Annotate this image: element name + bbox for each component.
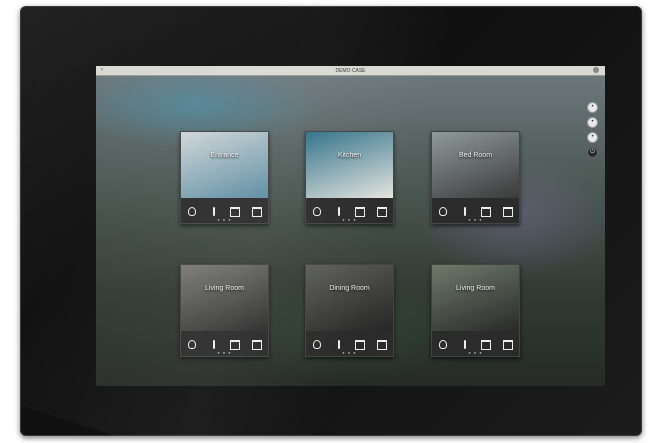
thermometer-icon — [463, 340, 466, 349]
blind-control-button[interactable] — [481, 340, 492, 350]
back-icon[interactable]: ‹ — [101, 67, 103, 73]
room-tile[interactable]: Living Room ● ● ● — [180, 264, 269, 357]
light-bulb-icon — [187, 340, 196, 349]
blind-icon — [481, 207, 492, 217]
light-control-button[interactable] — [312, 340, 322, 350]
room-name: Dining Room — [329, 285, 370, 292]
thermometer-icon — [337, 207, 340, 216]
blind-control-button[interactable] — [355, 340, 366, 350]
title-bar: ‹ DEMO CASE — [96, 66, 605, 76]
blind-icon — [481, 340, 492, 350]
light-control-button[interactable] — [312, 207, 322, 217]
room-tile[interactable]: Living Room ● ● ● — [431, 264, 520, 357]
screen-title: DEMO CASE — [335, 67, 366, 74]
temperature-control-button[interactable] — [209, 207, 219, 217]
blind-control-button[interactable] — [377, 207, 388, 217]
page-indicator: ● ● ● — [468, 350, 483, 355]
light-bulb-icon — [187, 207, 196, 216]
room-name: Bed Room — [458, 152, 493, 159]
light-control-button[interactable] — [187, 207, 197, 217]
blind-icon — [252, 207, 263, 217]
room-photo — [432, 132, 519, 198]
blind-control-button[interactable] — [377, 340, 388, 350]
page-indicator: ● ● ● — [342, 350, 357, 355]
blind-control-button[interactable] — [481, 207, 492, 217]
room-name: Entrance — [210, 152, 239, 159]
blind-control-button[interactable] — [230, 340, 241, 350]
page-indicator: ● ● ● — [342, 217, 357, 222]
power-button[interactable]: ⏻ — [587, 147, 598, 158]
blind-icon — [377, 207, 388, 217]
light-bulb-icon — [438, 340, 447, 349]
blind-icon — [252, 340, 263, 350]
temperature-control-button[interactable] — [460, 207, 470, 217]
page-indicator: ● ● ● — [217, 217, 232, 222]
blind-icon — [503, 207, 514, 217]
room-tile[interactable]: Entrance ● ● ● — [180, 131, 269, 224]
room-name: Kitchen — [337, 152, 362, 159]
blind-control-button[interactable] — [230, 207, 241, 217]
room-photo — [181, 265, 268, 331]
side-button-2[interactable]: • — [587, 117, 598, 128]
blind-icon — [377, 340, 388, 350]
light-control-button[interactable] — [438, 207, 448, 217]
page-indicator: ● ● ● — [217, 350, 232, 355]
room-photo — [181, 132, 268, 198]
room-tile[interactable]: Dining Room ● ● ● — [305, 264, 394, 357]
page-indicator: ● ● ● — [468, 217, 483, 222]
blind-control-button[interactable] — [503, 340, 514, 350]
room-tile[interactable]: Kitchen ● ● ● — [305, 131, 394, 224]
blind-control-button[interactable] — [503, 207, 514, 217]
thermometer-icon — [463, 207, 466, 216]
room-photo — [306, 265, 393, 331]
light-control-button[interactable] — [187, 340, 197, 350]
light-bulb-icon — [312, 207, 321, 216]
side-button-1[interactable]: • — [587, 102, 598, 113]
thermometer-icon — [212, 340, 215, 349]
thermometer-icon — [212, 207, 215, 216]
temperature-control-button[interactable] — [209, 340, 219, 350]
room-photo — [306, 132, 393, 198]
blind-icon — [503, 340, 514, 350]
temperature-control-button[interactable] — [460, 340, 470, 350]
room-name: Living Room — [456, 285, 495, 292]
light-bulb-icon — [312, 340, 321, 349]
status-icon — [593, 67, 599, 73]
touch-panel-device: ‹ DEMO CASE • • • ⏻ Entrance ● ● ● Kitchen… — [20, 6, 642, 436]
side-button-3[interactable]: • — [587, 132, 598, 143]
room-tile[interactable]: Bed Room ● ● ● — [431, 131, 520, 224]
room-photo — [432, 265, 519, 331]
blind-icon — [230, 207, 241, 217]
blind-icon — [355, 340, 366, 350]
light-control-button[interactable] — [438, 340, 448, 350]
light-bulb-icon — [438, 207, 447, 216]
room-name: Living Room — [205, 285, 244, 292]
blind-control-button[interactable] — [252, 207, 263, 217]
blind-control-button[interactable] — [252, 340, 263, 350]
thermometer-icon — [337, 340, 340, 349]
home-screen: ‹ DEMO CASE • • • ⏻ Entrance ● ● ● Kitchen… — [96, 66, 605, 386]
blind-icon — [230, 340, 241, 350]
temperature-control-button[interactable] — [334, 207, 344, 217]
blind-icon — [355, 207, 366, 217]
temperature-control-button[interactable] — [334, 340, 344, 350]
blind-control-button[interactable] — [355, 207, 366, 217]
